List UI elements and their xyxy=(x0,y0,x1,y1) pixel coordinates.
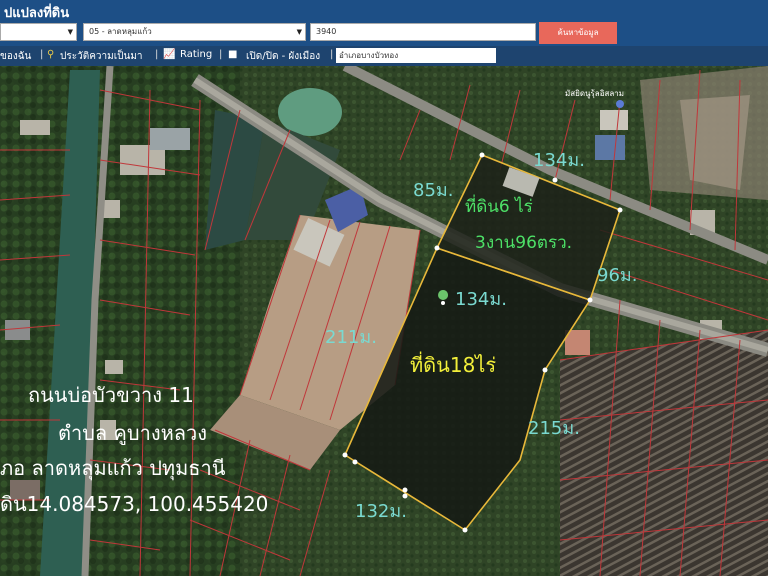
history-icon: ⚲ xyxy=(47,49,55,60)
dimension-134m-mid: 134ม. xyxy=(455,289,507,310)
dimension-96m: 96ม. xyxy=(597,265,638,286)
farmland xyxy=(560,330,768,576)
toolbar-item-mine[interactable]: ของฉัน xyxy=(0,49,31,64)
plot-large-label: ที่ดิน18ไร่ xyxy=(410,351,496,377)
pond xyxy=(278,88,342,136)
search-button[interactable]: ค้นหาข้อมูล xyxy=(539,22,617,44)
satellite-map[interactable]: มัสยิดนูรุ้ลอิสลาม ที่ดิน6 ไร่ 3งาน96ตรว… xyxy=(0,66,768,576)
separator: | xyxy=(219,49,223,60)
dimension-132m: 132ม. xyxy=(355,501,407,522)
plot-small-label-line2: 3งาน96ตรว. xyxy=(475,233,572,253)
separator: | xyxy=(155,49,159,60)
dimension-85m: 85ม. xyxy=(413,180,454,201)
province-select[interactable]: ▼ xyxy=(0,23,77,41)
top-bar: ปแปลงที่ดิน ▼ 05 - ลาดหลุมแก้ว ▼ 3940 ค้น… xyxy=(0,0,768,46)
mosque-pin-icon xyxy=(616,100,624,108)
dimension-134m-top: 134ม. xyxy=(533,150,585,171)
separator: | xyxy=(330,49,334,60)
dimension-211m: 211ม. xyxy=(325,327,377,348)
parcel-number-value: 3940 xyxy=(316,27,337,36)
dimension-215m: 215ม. xyxy=(528,418,580,439)
page-title: ปแปลงที่ดิน xyxy=(4,6,70,21)
separator: | xyxy=(40,49,44,60)
toolbar-item-rating[interactable]: Rating xyxy=(180,49,212,60)
info-district-province: ภอ ลาดหลุมแก้ว ปทุมธานี xyxy=(0,456,226,481)
place-label: มัสยิดนูรุ้ลอิสลาม xyxy=(565,89,624,99)
parcel-number-input[interactable]: 3940 xyxy=(310,23,536,41)
info-road: ถนนบ่อบัวขวาง 11 xyxy=(28,383,194,407)
toolbar-item-zoning-toggle[interactable]: เปิด/ปิด - ผังเมือง xyxy=(246,49,320,64)
toolbar-item-history[interactable]: ประวัติความเป็นมา xyxy=(60,49,143,64)
info-coordinates: ดิน14.084573, 100.455420 xyxy=(0,492,268,516)
chevron-down-icon: ▼ xyxy=(67,28,73,36)
address-input[interactable]: อำเภอบางบัวทอง xyxy=(336,48,496,63)
district-select[interactable]: 05 - ลาดหลุมแก้ว ▼ xyxy=(83,23,306,41)
map-canvas: มัสยิดนูรุ้ลอิสลาม ที่ดิน6 ไร่ 3งาน96ตรว… xyxy=(0,66,768,576)
info-subdistrict: ตำบล คูบางหลวง xyxy=(58,421,207,446)
district-select-value: 05 - ลาดหลุมแก้ว xyxy=(89,27,152,36)
chart-icon: 📈 xyxy=(163,49,176,60)
chevron-down-icon: ▼ xyxy=(296,28,302,36)
checkbox-icon[interactable]: ■ xyxy=(228,49,237,60)
plot-small-label-line1: ที่ดิน6 ไร่ xyxy=(465,194,533,217)
